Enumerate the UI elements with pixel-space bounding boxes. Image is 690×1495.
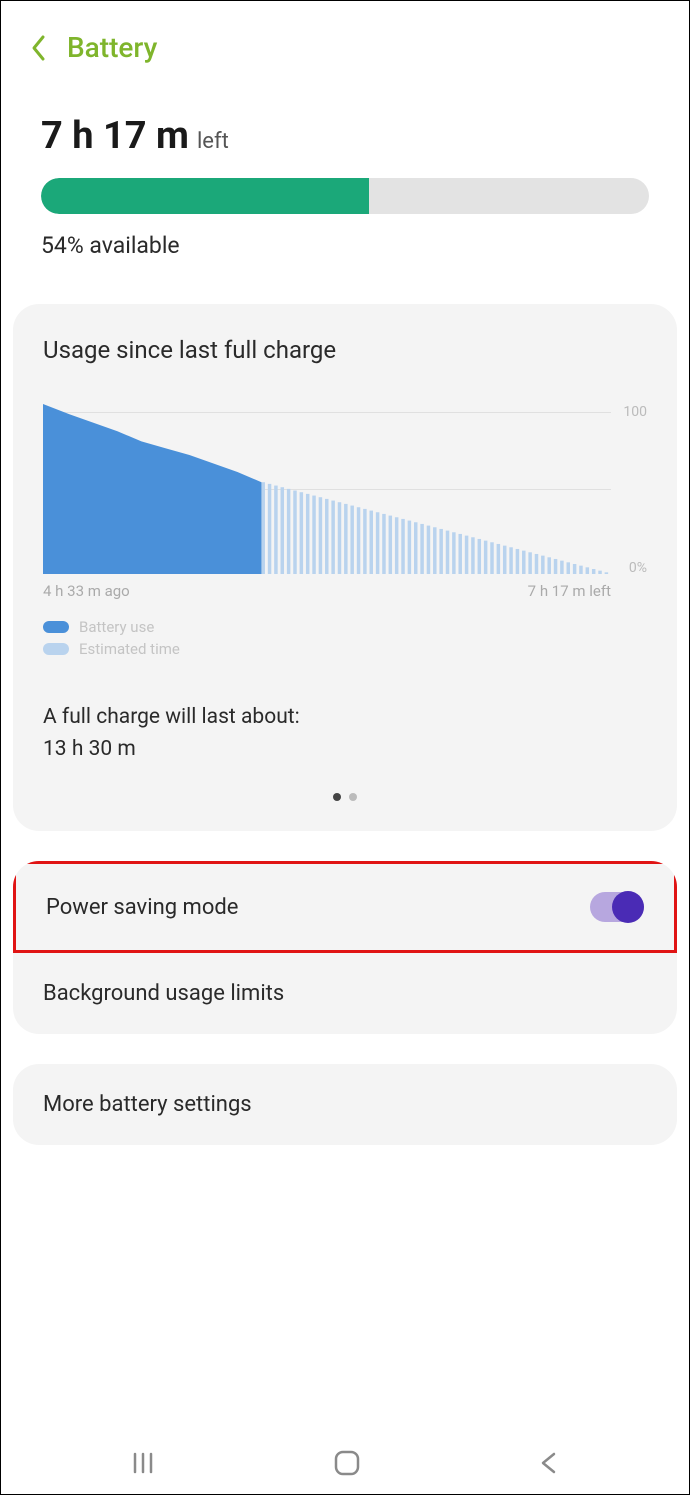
home-icon[interactable]	[332, 1448, 362, 1478]
time-left-value: 7 h 17 m	[41, 114, 189, 158]
x-axis-end: 7 h 17 m left	[528, 582, 611, 600]
battery-summary: 7 h 17 m left 54% available	[1, 84, 689, 269]
settings-group: Power saving mode Background usage limit…	[13, 861, 677, 1034]
background-limits-row[interactable]: Background usage limits	[13, 953, 677, 1034]
back-icon[interactable]	[29, 33, 49, 63]
page-title: Battery	[67, 31, 157, 64]
time-left-suffix: left	[197, 129, 229, 154]
full-charge-value: 13 h 30 m	[43, 734, 647, 766]
more-battery-label: More battery settings	[43, 1092, 252, 1117]
time-left-row: 7 h 17 m left	[41, 114, 649, 158]
full-charge-info: A full charge will last about: 13 h 30 m	[13, 662, 677, 765]
legend-estimated: Estimated time	[79, 640, 180, 658]
toggle-knob-icon	[612, 891, 644, 923]
battery-progress-fill	[41, 178, 369, 214]
power-saving-toggle[interactable]	[590, 892, 644, 922]
legend-battery-use: Battery use	[79, 618, 154, 636]
battery-progress-track	[41, 178, 649, 214]
usage-card[interactable]: Usage since last full charge 100 0% 4 h …	[13, 304, 677, 831]
page-indicator[interactable]	[13, 793, 677, 801]
usage-chart: 100 0% 4 h 33 m ago 7 h 17 m left	[13, 404, 677, 600]
recents-icon[interactable]	[129, 1449, 157, 1477]
full-charge-label: A full charge will last about:	[43, 702, 647, 734]
page-dot-active	[333, 793, 341, 801]
chart-legend: Battery use Estimated time	[13, 600, 677, 658]
settings-group: More battery settings	[13, 1064, 677, 1145]
navigation-bar	[1, 1432, 689, 1494]
y-axis-min: 0%	[629, 560, 647, 576]
back-nav-icon[interactable]	[537, 1449, 561, 1477]
usage-card-title: Usage since last full charge	[13, 336, 677, 364]
usage-chart-svg	[43, 404, 611, 574]
available-text: 54% available	[41, 232, 649, 259]
legend-swatch-icon	[43, 643, 69, 655]
background-limits-label: Background usage limits	[43, 981, 284, 1006]
y-axis-max: 100	[623, 404, 647, 420]
x-axis-start: 4 h 33 m ago	[43, 582, 130, 600]
power-saving-row[interactable]: Power saving mode	[13, 861, 677, 953]
more-battery-row[interactable]: More battery settings	[13, 1064, 677, 1145]
page-dot-inactive	[349, 793, 357, 801]
power-saving-label: Power saving mode	[46, 895, 238, 920]
legend-swatch-icon	[43, 621, 69, 633]
header-bar: Battery	[1, 1, 689, 84]
